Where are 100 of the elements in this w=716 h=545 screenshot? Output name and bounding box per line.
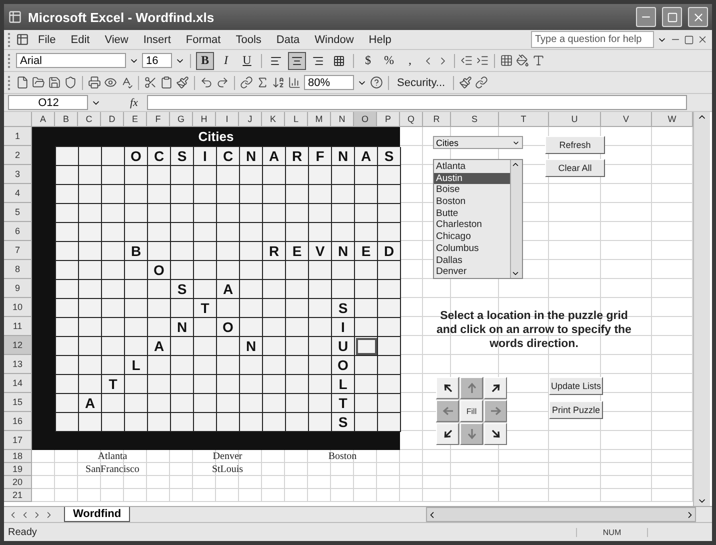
grid-cell[interactable] (263, 394, 286, 413)
grid-cell[interactable] (79, 318, 102, 337)
grid-cell[interactable]: B (125, 242, 148, 261)
row-header[interactable]: 14 (4, 374, 32, 393)
grid-cell[interactable] (148, 413, 171, 432)
grid-cell[interactable] (79, 375, 102, 394)
grid-cell[interactable] (125, 280, 148, 299)
grid-cell[interactable]: V (309, 242, 332, 261)
grid-cell[interactable]: T (332, 394, 355, 413)
row-header[interactable]: 6 (4, 222, 32, 241)
grid-cell[interactable] (240, 166, 263, 185)
grid-cell[interactable] (217, 413, 240, 432)
column-header[interactable]: C (78, 112, 101, 127)
grid-cell[interactable]: N (171, 318, 194, 337)
grid-cell[interactable] (355, 356, 378, 375)
column-header[interactable]: T (499, 112, 549, 127)
grid-cell[interactable] (240, 375, 263, 394)
function-label[interactable]: fx (124, 96, 144, 108)
grid-cell[interactable] (240, 394, 263, 413)
row-header[interactable]: 15 (4, 393, 32, 412)
direction-button[interactable] (484, 377, 507, 399)
grid-cell[interactable] (332, 166, 355, 185)
row-header[interactable]: 13 (4, 355, 32, 374)
grid-cell[interactable] (194, 413, 217, 432)
grid-cell[interactable] (79, 204, 102, 223)
grid-cell[interactable] (263, 223, 286, 242)
grid-cell[interactable] (240, 204, 263, 223)
grid-cell[interactable]: R (286, 147, 309, 166)
grid-cell[interactable] (148, 166, 171, 185)
grid-cell[interactable] (194, 223, 217, 242)
grid-cell[interactable] (148, 375, 171, 394)
grid-cell[interactable] (217, 337, 240, 356)
grid-cell[interactable] (194, 185, 217, 204)
grid-cell[interactable]: N (240, 337, 263, 356)
grid-cell[interactable]: A (79, 394, 102, 413)
grid-cell[interactable] (102, 394, 125, 413)
grid-cell[interactable] (194, 261, 217, 280)
grid-cell[interactable]: I (194, 147, 217, 166)
column-header[interactable]: O (354, 112, 377, 127)
grid-cell[interactable]: A (217, 280, 240, 299)
grid-cell[interactable] (217, 204, 240, 223)
grid-cell[interactable]: N (332, 147, 355, 166)
city-list[interactable]: Atlanta Austin Boise Boston Butte Charleston Chicago Columbus Dallas Denver (433, 159, 523, 279)
update-lists-button[interactable]: Update Lists (549, 377, 603, 395)
menu-item[interactable]: File (32, 34, 62, 46)
menu-item[interactable]: View (98, 34, 134, 46)
grid-cell[interactable] (286, 223, 309, 242)
grid-cell[interactable] (194, 204, 217, 223)
grid-cell[interactable] (217, 185, 240, 204)
grid-cell[interactable] (102, 280, 125, 299)
grid-cell[interactable] (171, 394, 194, 413)
grid-cell[interactable] (148, 242, 171, 261)
direction-button[interactable] (436, 423, 459, 445)
grid-cell[interactable]: C (148, 147, 171, 166)
new-file-icon[interactable] (16, 76, 29, 89)
increase-indent-icon[interactable] (476, 54, 489, 67)
grid-cell[interactable] (125, 337, 148, 356)
grid-cell[interactable] (309, 337, 332, 356)
grid-cell[interactable] (194, 394, 217, 413)
shield-icon[interactable] (64, 76, 77, 89)
row-header[interactable]: 16 (4, 412, 32, 431)
grid-cell[interactable] (286, 318, 309, 337)
grid-cell[interactable] (263, 337, 286, 356)
grid-cell[interactable] (378, 337, 401, 356)
grid-cell[interactable] (102, 337, 125, 356)
grid-cell[interactable] (102, 413, 125, 432)
grid-cell[interactable] (79, 223, 102, 242)
grid-cell[interactable] (240, 280, 263, 299)
horizontal-scrollbar[interactable] (426, 507, 696, 522)
grid-cell[interactable] (355, 280, 378, 299)
name-box[interactable]: O12 (8, 95, 88, 110)
sheet-tab[interactable]: Wordfind (64, 507, 130, 522)
grid-cell[interactable] (194, 280, 217, 299)
menu-item[interactable]: Format (180, 34, 227, 46)
column-header[interactable]: F (147, 112, 170, 127)
vertical-scrollbar[interactable] (693, 112, 710, 506)
grid-cell[interactable] (171, 166, 194, 185)
grid-cell[interactable] (125, 413, 148, 432)
grid-cell[interactable] (286, 204, 309, 223)
link-icon[interactable] (475, 76, 488, 89)
grid-cell[interactable] (194, 337, 217, 356)
spell-check-icon[interactable] (120, 76, 133, 89)
row-header[interactable]: 2 (4, 146, 32, 165)
city-list-item[interactable]: Boise (434, 184, 510, 196)
grid-cell[interactable] (79, 413, 102, 432)
bold-button[interactable]: B (196, 52, 214, 70)
grid-cell[interactable] (102, 261, 125, 280)
grid-cell[interactable] (125, 204, 148, 223)
grid-cell[interactable] (263, 261, 286, 280)
italic-button[interactable]: I (217, 52, 235, 70)
grid-cell[interactable]: T (102, 375, 125, 394)
grid-cell[interactable] (378, 204, 401, 223)
grid-cell[interactable] (332, 204, 355, 223)
grid-cell[interactable] (263, 318, 286, 337)
grid-cell[interactable] (286, 280, 309, 299)
grid-cell[interactable] (309, 204, 332, 223)
grid-cell[interactable] (378, 261, 401, 280)
grid-cell[interactable] (79, 299, 102, 318)
grid-cell[interactable] (332, 223, 355, 242)
grid-cell[interactable] (171, 299, 194, 318)
